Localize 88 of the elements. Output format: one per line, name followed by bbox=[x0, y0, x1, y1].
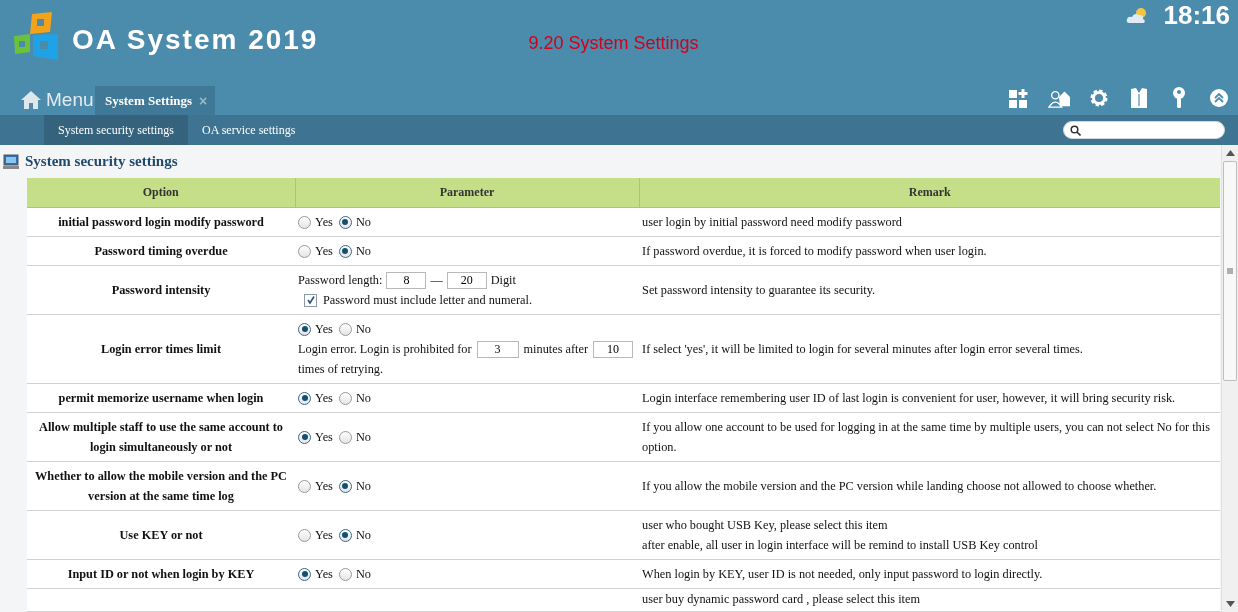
radio-button[interactable] bbox=[338, 479, 352, 493]
subnav-tab[interactable]: OA service settings bbox=[188, 115, 310, 145]
radio-button[interactable] bbox=[338, 430, 352, 444]
radio-label: Yes bbox=[315, 429, 333, 446]
radio-button[interactable] bbox=[298, 528, 311, 542]
home-icon bbox=[20, 88, 42, 111]
times-field[interactable]: 10 bbox=[593, 340, 634, 358]
radio-button[interactable] bbox=[298, 322, 311, 336]
radio-label: No bbox=[355, 214, 371, 231]
radio-button[interactable] bbox=[298, 479, 311, 493]
radio-label: No bbox=[355, 429, 371, 446]
page-title: 9.20 System Settings bbox=[528, 33, 699, 54]
grip-icon bbox=[1227, 268, 1233, 274]
length-label: Password length: bbox=[298, 272, 383, 289]
scroll-down-icon[interactable] bbox=[1225, 601, 1235, 607]
radio-label: No bbox=[355, 390, 371, 407]
radio-label: Yes bbox=[315, 527, 333, 544]
option-label: Input ID or not when login by KEY bbox=[67, 567, 255, 581]
scroll-up-icon[interactable] bbox=[1225, 150, 1235, 156]
column-header: Option bbox=[27, 178, 295, 208]
radio-label: No bbox=[355, 566, 371, 583]
remark-text: If you allow the mobile version and the PC version while landing choose not allowed to choose whether. bbox=[642, 478, 1158, 495]
unit-label: Digit bbox=[490, 272, 516, 289]
monitor-icon bbox=[3, 153, 19, 170]
remark-text: When login by KEY, user ID is not needed, only input password to login directly. bbox=[642, 566, 1044, 583]
option-label: Login error times limit bbox=[100, 342, 222, 356]
subnav-tab[interactable]: System security settings bbox=[44, 115, 188, 145]
remark-text: user login by initial password need modify password bbox=[642, 214, 903, 231]
remark-text: user buy dynamic password card , please select this item bbox=[642, 591, 921, 607]
radio-button[interactable] bbox=[338, 244, 352, 258]
remark-text: If you allow one account to be used for logging in at the same time by multiple users, you can not select No for this option. bbox=[642, 419, 1211, 456]
radio-button[interactable] bbox=[298, 215, 311, 229]
radio-button[interactable] bbox=[298, 430, 311, 444]
settings-icon[interactable] bbox=[1088, 87, 1110, 109]
radio-label: Yes bbox=[315, 321, 333, 338]
radio-button[interactable] bbox=[338, 215, 352, 229]
remark-text: Set password intensity to guarantee its security. bbox=[642, 282, 877, 299]
collapse-icon[interactable] bbox=[1208, 87, 1230, 109]
radio-button[interactable] bbox=[298, 391, 311, 405]
search-icon bbox=[1070, 124, 1081, 136]
option-label: Password timing overdue bbox=[94, 244, 228, 258]
radio-button[interactable] bbox=[338, 528, 352, 542]
remark-text: user who bought USB Key, please select this item bbox=[642, 517, 889, 534]
column-header: Remark bbox=[639, 178, 1220, 208]
limit-text: times of retrying. bbox=[298, 362, 384, 376]
radio-button[interactable] bbox=[338, 322, 352, 336]
app-title: OA System 2019 bbox=[72, 24, 319, 56]
radio-label: No bbox=[355, 478, 371, 495]
add-widget-icon[interactable] bbox=[1008, 87, 1030, 109]
radio-button[interactable] bbox=[298, 567, 311, 581]
max-length-field[interactable]: 20 bbox=[446, 271, 487, 289]
tab[interactable]: System Settings × bbox=[95, 86, 216, 115]
clock: 18:16 bbox=[1163, 0, 1230, 31]
column-header: Parameter bbox=[295, 178, 640, 208]
option-label: Use KEY or not bbox=[119, 528, 203, 542]
scroll-thumb[interactable] bbox=[1223, 161, 1237, 381]
option-label: initial password login modify password bbox=[58, 215, 264, 229]
min-length-field[interactable]: 8 bbox=[386, 271, 427, 289]
remark-text: If select 'yes', it will be limited to login for several minutes after login error several times. bbox=[642, 341, 1084, 358]
radio-button[interactable] bbox=[338, 391, 352, 405]
shirt-icon[interactable] bbox=[1128, 87, 1150, 109]
logo-icon bbox=[12, 12, 60, 62]
radio-label: Yes bbox=[315, 566, 333, 583]
option-label: Allow multiple staff to use the same account to login simultaneously or not bbox=[39, 420, 283, 454]
section-title: System security settings bbox=[25, 153, 178, 170]
checkbox-label: Password must include letter and numeral. bbox=[323, 292, 532, 309]
radio-button[interactable] bbox=[298, 244, 311, 258]
checkbox[interactable] bbox=[304, 293, 317, 307]
remark-text: after enable, all user in login interface will be remind to install USB Key control bbox=[642, 537, 1039, 554]
radio-label: Yes bbox=[315, 478, 333, 495]
dash: — bbox=[430, 272, 443, 289]
option-label: Whether to allow the mobile version and the PC version at the same time log bbox=[35, 469, 287, 503]
remark-text: Login interface remembering user ID of last login is convenient for user, however, it will bring security risk. bbox=[642, 390, 1177, 407]
radio-label: Yes bbox=[315, 214, 333, 231]
limit-text: minutes after bbox=[523, 341, 589, 358]
radio-button[interactable] bbox=[338, 567, 352, 581]
radio-label: Yes bbox=[315, 243, 333, 260]
minutes-field[interactable]: 3 bbox=[476, 340, 519, 358]
option-label: Password intensity bbox=[111, 283, 211, 297]
limit-text: Login error. Login is prohibited for bbox=[298, 341, 472, 358]
radio-label: No bbox=[355, 527, 371, 544]
remark-text: If password overdue, it is forced to modify password when user login. bbox=[642, 243, 988, 260]
radio-label: No bbox=[355, 321, 371, 338]
radio-label: No bbox=[355, 243, 371, 260]
radio-label: Yes bbox=[315, 390, 333, 407]
option-label: permit memorize username when login bbox=[58, 391, 264, 405]
scrollbar[interactable] bbox=[1221, 145, 1238, 612]
search-field[interactable] bbox=[1063, 121, 1225, 139]
